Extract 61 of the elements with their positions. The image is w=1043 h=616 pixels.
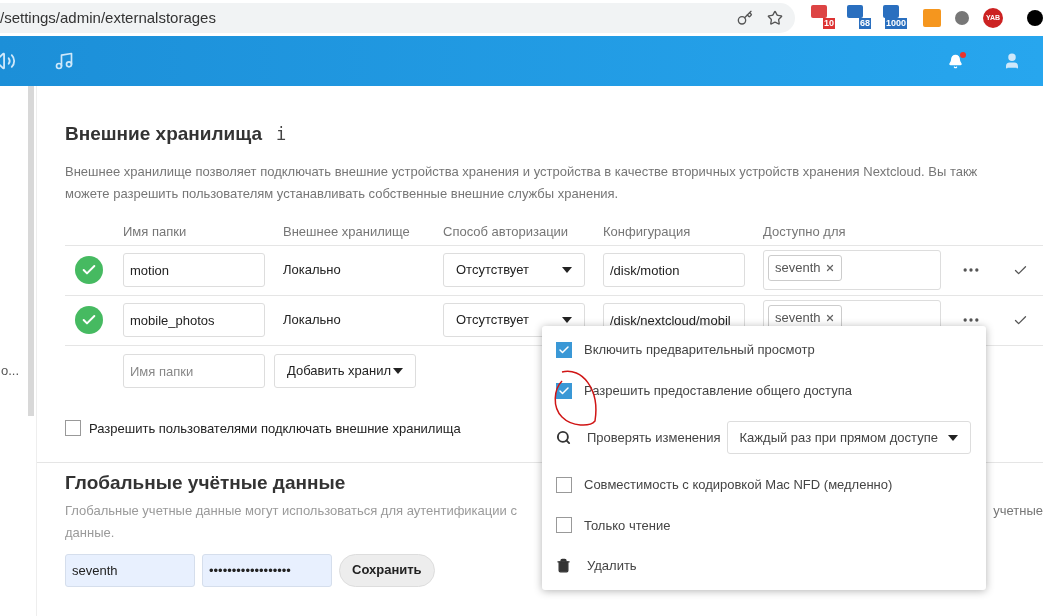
section-description: Внешнее хранилище позволяет подключать внешние устройства хранения и устройства в качестве вторичных устройств хранения Nextcloud. Вы такж можете разрешить пользователям устанавливать собственные внешние службы хранения.: [65, 162, 979, 203]
sidebar-item[interactable]: о...: [1, 361, 20, 381]
key-icon[interactable]: [737, 10, 753, 26]
search-icon: [556, 430, 571, 446]
column-header: Имя папки: [123, 222, 188, 241]
remove-icon[interactable]: [824, 313, 835, 323]
circle-extension-icon[interactable]: [955, 11, 969, 25]
save-button[interactable]: Сохранить: [339, 553, 435, 587]
badge-count: 1000: [884, 18, 907, 29]
auth-select[interactable]: Отсутствует: [443, 253, 585, 287]
folder-name-field[interactable]: Имя папки: [123, 354, 265, 388]
auth-select[interactable]: Отсутствует: [443, 303, 585, 337]
config-field[interactable]: /disk/motion: [603, 253, 745, 287]
menu-item[interactable]: Совместимость с кодировкой Mac NFD (медленно): [584, 475, 893, 495]
checkbox-label: Разрешить пользователями подключать внешние хранилища: [89, 419, 461, 438]
menu-item[interactable]: Включить предварительный просмотр: [584, 340, 815, 360]
address-bar[interactable]: /settings/admin/externalstorages: [0, 3, 795, 33]
section-description: Глобальные учетные данные могут использоваться для аутентификации с: [65, 501, 517, 520]
section-title: Внешние хранилища: [65, 122, 263, 146]
user-tag: seventh: [768, 255, 842, 281]
login-field[interactable]: seventh: [65, 553, 195, 587]
folder-name-field[interactable]: motion: [123, 253, 265, 287]
column-header: Доступно для: [763, 222, 847, 241]
checkbox[interactable]: [556, 342, 572, 359]
caret-icon: [947, 434, 958, 441]
info-link[interactable]: i: [276, 121, 287, 147]
backend-text: Локально: [283, 261, 342, 280]
profile-icon[interactable]: [1027, 10, 1043, 26]
section-description: данные.: [65, 523, 115, 542]
users-field[interactable]: seventh: [763, 250, 941, 290]
column-header: Внешнее хранилище: [283, 222, 411, 241]
folder-name-field[interactable]: mobile_photos: [123, 303, 265, 337]
section-description: учетные: [993, 501, 1043, 520]
url-text: /settings/admin/externalstorages: [0, 7, 216, 28]
speaker-icon[interactable]: [0, 50, 16, 72]
music-icon[interactable]: [54, 51, 74, 71]
caret-icon: [393, 368, 403, 374]
caret-icon: [562, 267, 572, 273]
trash-icon: [556, 558, 571, 574]
check-changes-select[interactable]: Каждый раз при прямом доступе: [726, 421, 971, 455]
add-storage-select[interactable]: Добавить хранил: [274, 354, 416, 388]
check-icon: [558, 384, 570, 397]
remove-icon[interactable]: [824, 263, 835, 273]
checkbox[interactable]: [556, 476, 572, 493]
checkbox[interactable]: [556, 382, 572, 399]
password-field[interactable]: ••••••••••••••••••: [202, 553, 332, 587]
column-header: Способ авторизации: [443, 222, 570, 241]
section-title: Глобальные учётные данные: [65, 471, 346, 495]
checkbox[interactable]: [65, 420, 81, 437]
caret-icon: [562, 317, 572, 323]
backend-text: Локально: [283, 311, 342, 330]
checkbox[interactable]: [556, 517, 572, 534]
menu-item-label: Проверять изменения: [587, 429, 721, 447]
menu-item[interactable]: Удалить: [587, 556, 637, 576]
column-header: Конфигурация: [603, 222, 692, 241]
badge-count: 68: [859, 18, 871, 29]
bell-icon[interactable]: [948, 53, 963, 69]
menu-item[interactable]: Только чтение: [584, 515, 671, 536]
badge-count: 10: [823, 18, 835, 29]
user-icon[interactable]: [1003, 52, 1021, 70]
star-icon[interactable]: [767, 10, 783, 26]
